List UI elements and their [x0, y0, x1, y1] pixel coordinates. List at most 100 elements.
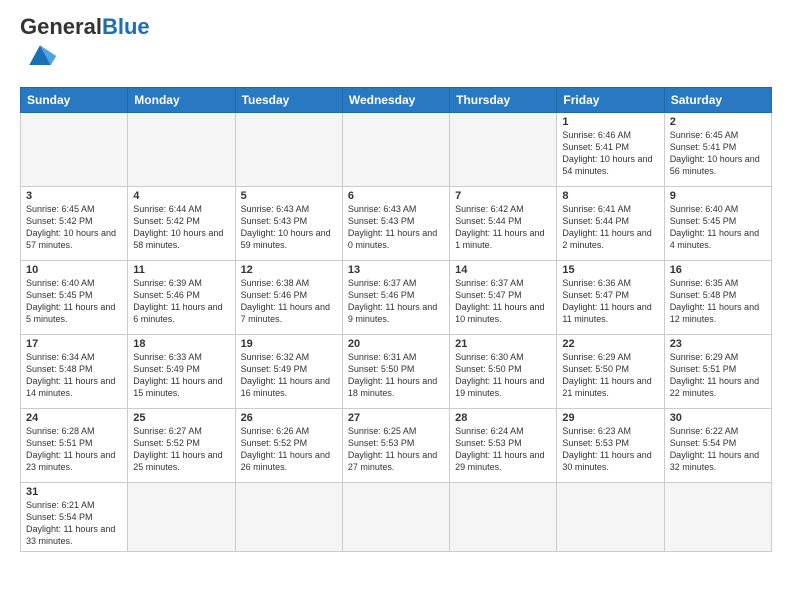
calendar-day-7: 7Sunrise: 6:42 AM Sunset: 5:44 PM Daylig… [450, 187, 557, 261]
day-info: Sunrise: 6:37 AM Sunset: 5:47 PM Dayligh… [455, 277, 551, 326]
day-info: Sunrise: 6:43 AM Sunset: 5:43 PM Dayligh… [348, 203, 444, 252]
calendar-day-16: 16Sunrise: 6:35 AM Sunset: 5:48 PM Dayli… [664, 261, 771, 335]
calendar-day-29: 29Sunrise: 6:23 AM Sunset: 5:53 PM Dayli… [557, 409, 664, 483]
day-info: Sunrise: 6:36 AM Sunset: 5:47 PM Dayligh… [562, 277, 658, 326]
calendar-day-4: 4Sunrise: 6:44 AM Sunset: 5:42 PM Daylig… [128, 187, 235, 261]
day-number: 30 [670, 412, 766, 424]
day-number: 26 [241, 412, 337, 424]
calendar-empty-cell [235, 483, 342, 552]
day-number: 1 [562, 116, 658, 128]
col-header-wednesday: Wednesday [342, 88, 449, 113]
day-info: Sunrise: 6:22 AM Sunset: 5:54 PM Dayligh… [670, 425, 766, 474]
calendar-week-4: 17Sunrise: 6:34 AM Sunset: 5:48 PM Dayli… [21, 335, 772, 409]
calendar-empty-cell [664, 483, 771, 552]
logo-text: GeneralBlue [20, 16, 150, 38]
calendar-week-6: 31Sunrise: 6:21 AM Sunset: 5:54 PM Dayli… [21, 483, 772, 552]
day-info: Sunrise: 6:40 AM Sunset: 5:45 PM Dayligh… [26, 277, 122, 326]
calendar-day-13: 13Sunrise: 6:37 AM Sunset: 5:46 PM Dayli… [342, 261, 449, 335]
day-info: Sunrise: 6:24 AM Sunset: 5:53 PM Dayligh… [455, 425, 551, 474]
calendar-day-9: 9Sunrise: 6:40 AM Sunset: 5:45 PM Daylig… [664, 187, 771, 261]
calendar-day-21: 21Sunrise: 6:30 AM Sunset: 5:50 PM Dayli… [450, 335, 557, 409]
calendar-empty-cell [21, 113, 128, 187]
calendar-day-6: 6Sunrise: 6:43 AM Sunset: 5:43 PM Daylig… [342, 187, 449, 261]
calendar-week-5: 24Sunrise: 6:28 AM Sunset: 5:51 PM Dayli… [21, 409, 772, 483]
day-info: Sunrise: 6:27 AM Sunset: 5:52 PM Dayligh… [133, 425, 229, 474]
calendar-week-3: 10Sunrise: 6:40 AM Sunset: 5:45 PM Dayli… [21, 261, 772, 335]
day-info: Sunrise: 6:32 AM Sunset: 5:49 PM Dayligh… [241, 351, 337, 400]
day-info: Sunrise: 6:26 AM Sunset: 5:52 PM Dayligh… [241, 425, 337, 474]
col-header-saturday: Saturday [664, 88, 771, 113]
calendar-day-12: 12Sunrise: 6:38 AM Sunset: 5:46 PM Dayli… [235, 261, 342, 335]
day-number: 13 [348, 264, 444, 276]
day-number: 14 [455, 264, 551, 276]
day-number: 16 [670, 264, 766, 276]
col-header-tuesday: Tuesday [235, 88, 342, 113]
day-info: Sunrise: 6:39 AM Sunset: 5:46 PM Dayligh… [133, 277, 229, 326]
calendar-day-3: 3Sunrise: 6:45 AM Sunset: 5:42 PM Daylig… [21, 187, 128, 261]
day-info: Sunrise: 6:31 AM Sunset: 5:50 PM Dayligh… [348, 351, 444, 400]
day-info: Sunrise: 6:45 AM Sunset: 5:42 PM Dayligh… [26, 203, 122, 252]
day-number: 27 [348, 412, 444, 424]
calendar-day-19: 19Sunrise: 6:32 AM Sunset: 5:49 PM Dayli… [235, 335, 342, 409]
day-number: 17 [26, 338, 122, 350]
calendar-day-14: 14Sunrise: 6:37 AM Sunset: 5:47 PM Dayli… [450, 261, 557, 335]
day-info: Sunrise: 6:30 AM Sunset: 5:50 PM Dayligh… [455, 351, 551, 400]
day-info: Sunrise: 6:46 AM Sunset: 5:41 PM Dayligh… [562, 129, 658, 178]
col-header-sunday: Sunday [21, 88, 128, 113]
calendar-day-30: 30Sunrise: 6:22 AM Sunset: 5:54 PM Dayli… [664, 409, 771, 483]
calendar-empty-cell [450, 483, 557, 552]
day-number: 10 [26, 264, 122, 276]
day-number: 29 [562, 412, 658, 424]
calendar-empty-cell [342, 113, 449, 187]
calendar-day-15: 15Sunrise: 6:36 AM Sunset: 5:47 PM Dayli… [557, 261, 664, 335]
calendar-day-27: 27Sunrise: 6:25 AM Sunset: 5:53 PM Dayli… [342, 409, 449, 483]
calendar-day-20: 20Sunrise: 6:31 AM Sunset: 5:50 PM Dayli… [342, 335, 449, 409]
calendar-empty-cell [128, 113, 235, 187]
calendar-day-17: 17Sunrise: 6:34 AM Sunset: 5:48 PM Dayli… [21, 335, 128, 409]
day-number: 24 [26, 412, 122, 424]
logo: GeneralBlue [20, 16, 150, 79]
calendar-day-5: 5Sunrise: 6:43 AM Sunset: 5:43 PM Daylig… [235, 187, 342, 261]
calendar-day-28: 28Sunrise: 6:24 AM Sunset: 5:53 PM Dayli… [450, 409, 557, 483]
calendar-table: SundayMondayTuesdayWednesdayThursdayFrid… [20, 87, 772, 552]
calendar-day-8: 8Sunrise: 6:41 AM Sunset: 5:44 PM Daylig… [557, 187, 664, 261]
day-info: Sunrise: 6:40 AM Sunset: 5:45 PM Dayligh… [670, 203, 766, 252]
day-number: 18 [133, 338, 229, 350]
day-info: Sunrise: 6:38 AM Sunset: 5:46 PM Dayligh… [241, 277, 337, 326]
col-header-thursday: Thursday [450, 88, 557, 113]
day-number: 25 [133, 412, 229, 424]
day-number: 3 [26, 190, 122, 202]
calendar-empty-cell [342, 483, 449, 552]
col-header-monday: Monday [128, 88, 235, 113]
calendar-empty-cell [235, 113, 342, 187]
calendar-day-24: 24Sunrise: 6:28 AM Sunset: 5:51 PM Dayli… [21, 409, 128, 483]
day-number: 8 [562, 190, 658, 202]
day-info: Sunrise: 6:43 AM Sunset: 5:43 PM Dayligh… [241, 203, 337, 252]
day-number: 9 [670, 190, 766, 202]
day-info: Sunrise: 6:37 AM Sunset: 5:46 PM Dayligh… [348, 277, 444, 326]
day-number: 11 [133, 264, 229, 276]
day-number: 15 [562, 264, 658, 276]
day-number: 5 [241, 190, 337, 202]
day-info: Sunrise: 6:29 AM Sunset: 5:51 PM Dayligh… [670, 351, 766, 400]
page-header: GeneralBlue [20, 16, 772, 79]
calendar-header-row: SundayMondayTuesdayWednesdayThursdayFrid… [21, 88, 772, 113]
day-number: 31 [26, 486, 122, 498]
day-info: Sunrise: 6:25 AM Sunset: 5:53 PM Dayligh… [348, 425, 444, 474]
day-number: 19 [241, 338, 337, 350]
day-number: 22 [562, 338, 658, 350]
day-number: 23 [670, 338, 766, 350]
day-number: 7 [455, 190, 551, 202]
day-info: Sunrise: 6:33 AM Sunset: 5:49 PM Dayligh… [133, 351, 229, 400]
day-info: Sunrise: 6:34 AM Sunset: 5:48 PM Dayligh… [26, 351, 122, 400]
day-info: Sunrise: 6:35 AM Sunset: 5:48 PM Dayligh… [670, 277, 766, 326]
calendar-day-18: 18Sunrise: 6:33 AM Sunset: 5:49 PM Dayli… [128, 335, 235, 409]
calendar-day-11: 11Sunrise: 6:39 AM Sunset: 5:46 PM Dayli… [128, 261, 235, 335]
day-number: 2 [670, 116, 766, 128]
calendar-week-2: 3Sunrise: 6:45 AM Sunset: 5:42 PM Daylig… [21, 187, 772, 261]
day-info: Sunrise: 6:44 AM Sunset: 5:42 PM Dayligh… [133, 203, 229, 252]
day-number: 28 [455, 412, 551, 424]
calendar-day-31: 31Sunrise: 6:21 AM Sunset: 5:54 PM Dayli… [21, 483, 128, 552]
day-info: Sunrise: 6:23 AM Sunset: 5:53 PM Dayligh… [562, 425, 658, 474]
calendar-week-1: 1Sunrise: 6:46 AM Sunset: 5:41 PM Daylig… [21, 113, 772, 187]
